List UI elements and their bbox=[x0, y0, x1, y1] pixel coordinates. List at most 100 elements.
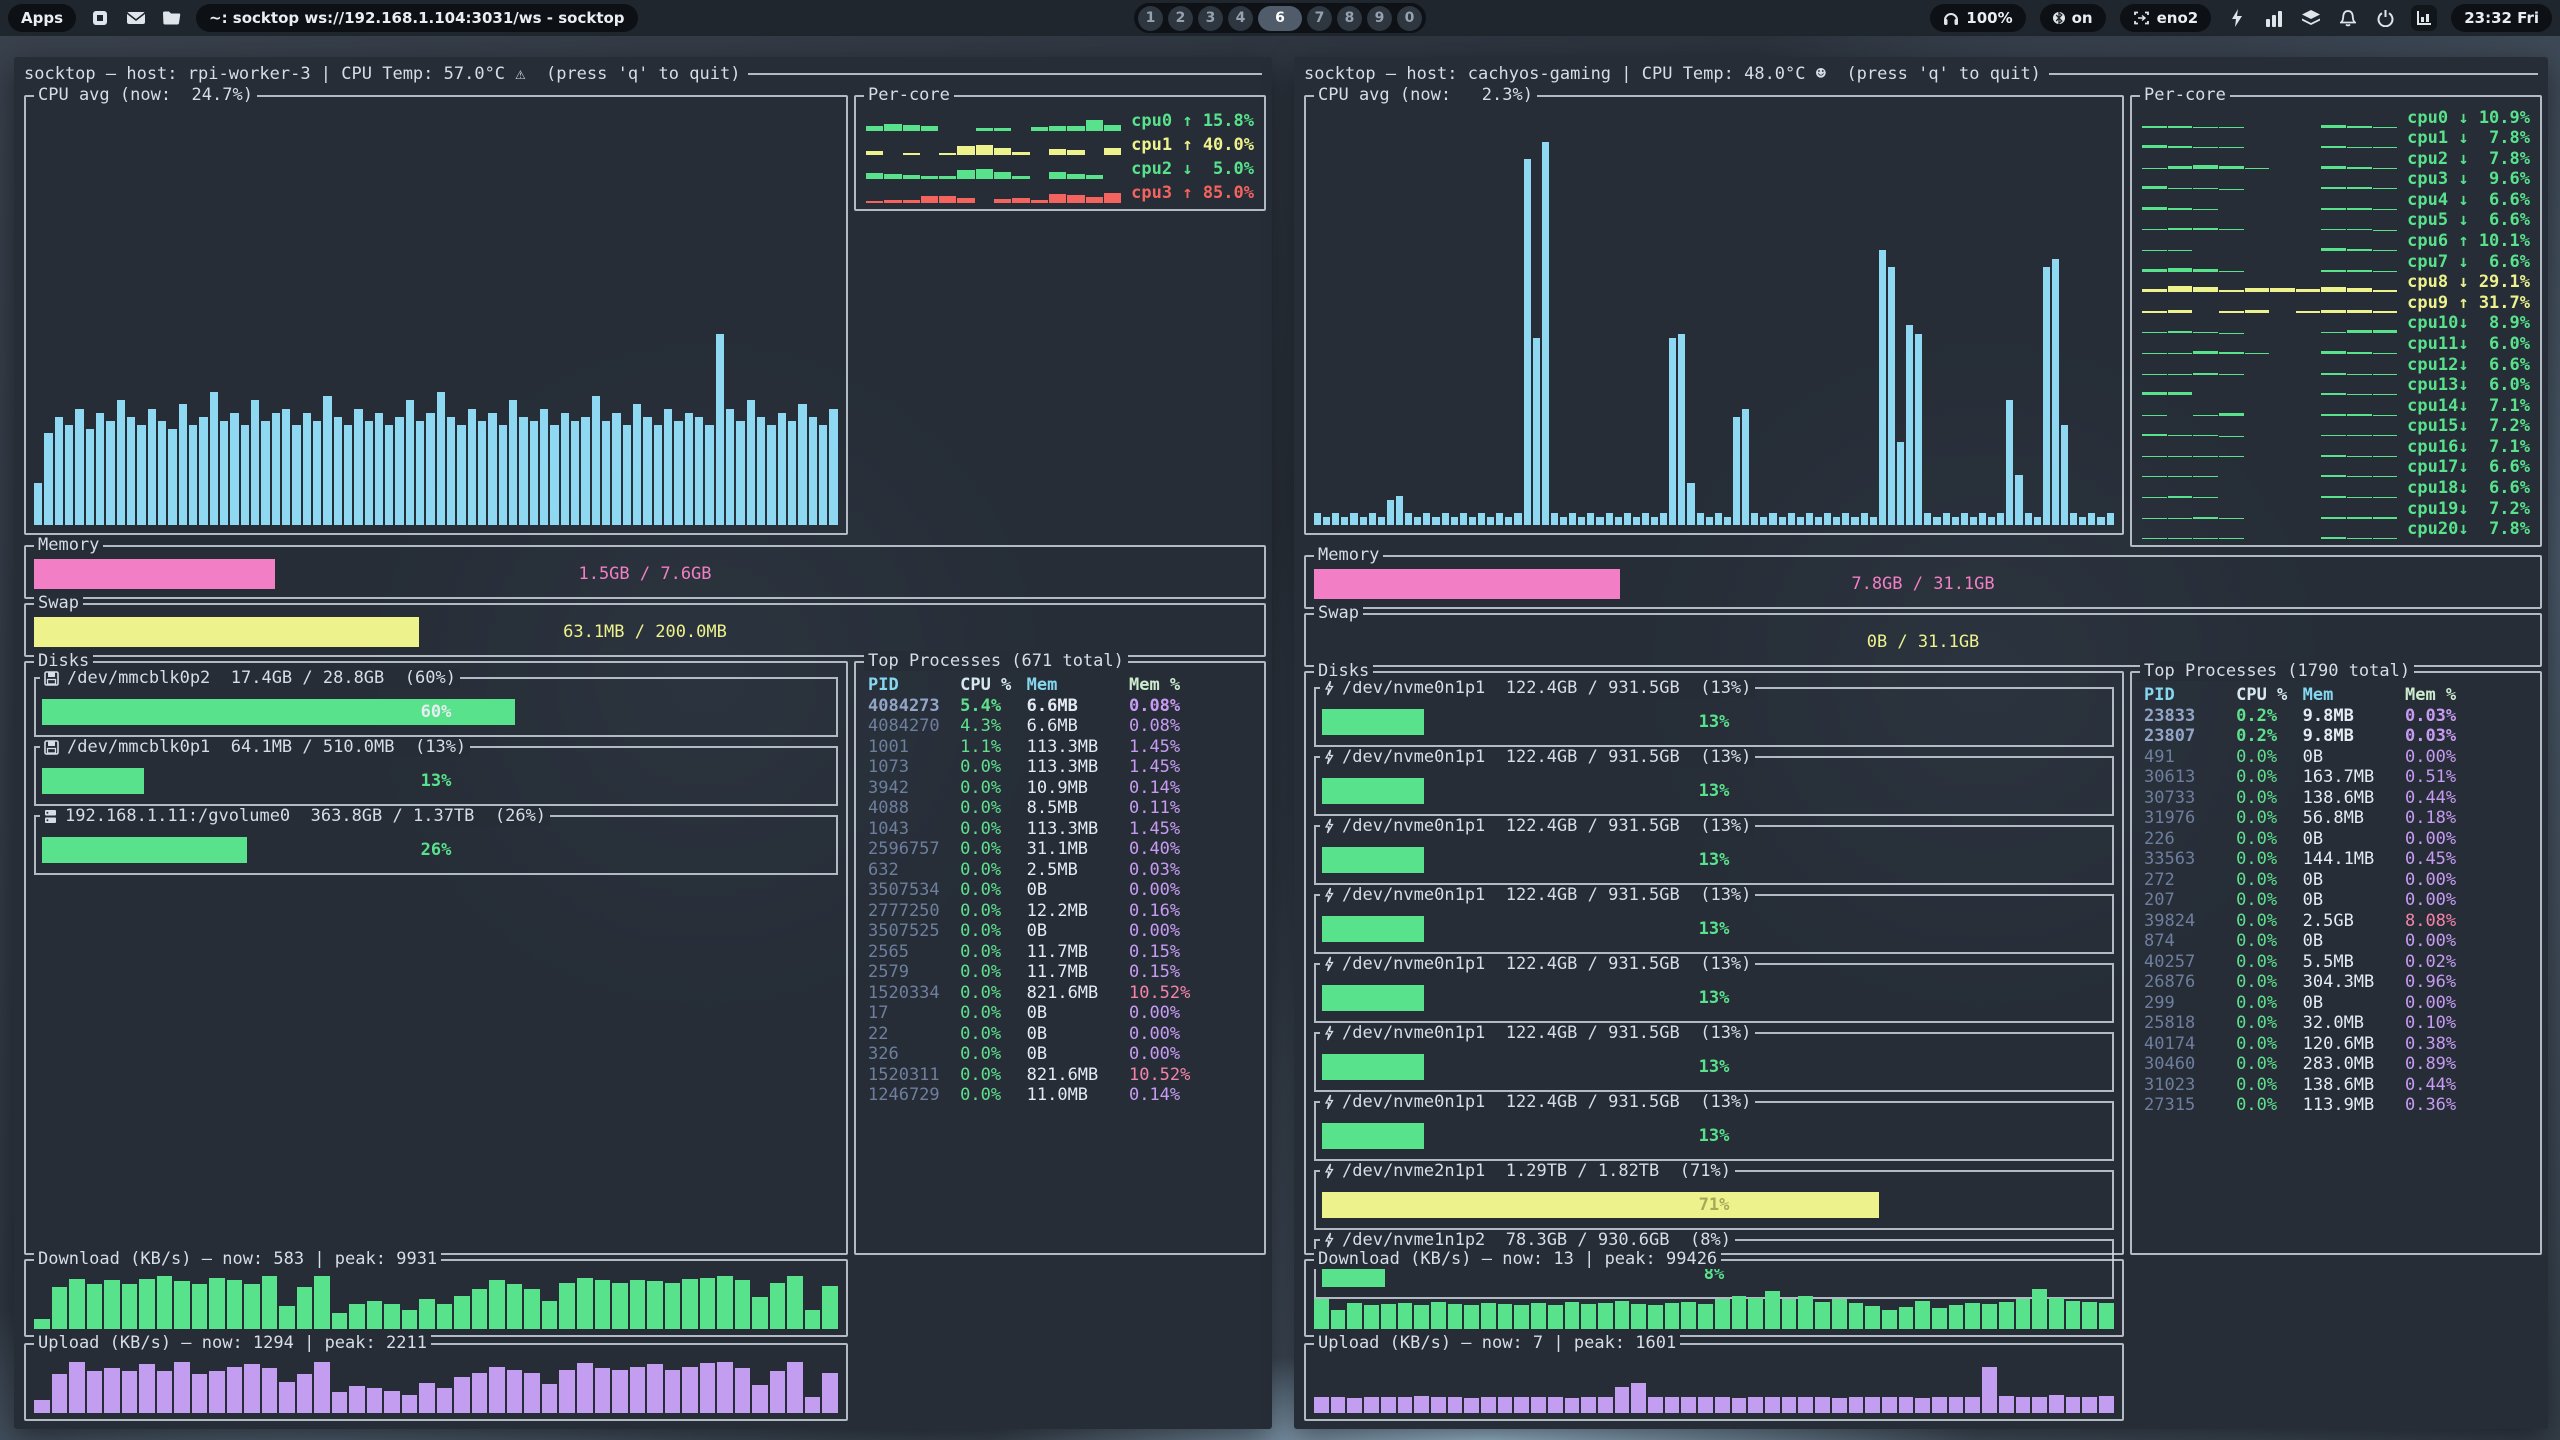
disk-info-text: /dev/nvme1n1p2 78.3GB / 930.6GB (8%) bbox=[1342, 1230, 1731, 1250]
process-mem: 10.9MB bbox=[1027, 778, 1129, 799]
apps-button[interactable]: Apps bbox=[8, 4, 76, 32]
core-label: cpu10↓8.9% bbox=[2407, 313, 2530, 333]
graph-bar bbox=[2219, 538, 2244, 539]
graph-bar bbox=[1496, 513, 1503, 525]
graph-bar bbox=[220, 421, 228, 525]
window-button[interactable] bbox=[88, 6, 112, 30]
core-label: cpu9↑31.7% bbox=[2407, 293, 2530, 313]
graph-bar bbox=[1815, 517, 1822, 525]
core-sparkline bbox=[2142, 296, 2397, 312]
process-pid: 17 bbox=[868, 1003, 960, 1024]
bluetooth-icon bbox=[2053, 10, 2065, 26]
process-cpu-percent: 0.0% bbox=[960, 942, 1027, 963]
process-pid: 1246729 bbox=[868, 1085, 960, 1106]
graph-bar bbox=[52, 1374, 68, 1413]
graph-bar bbox=[1788, 513, 1795, 525]
core-label: cpu19↓7.2% bbox=[2407, 499, 2530, 519]
process-mem: 0B bbox=[1027, 880, 1129, 901]
workspace-9[interactable]: 9 bbox=[1367, 6, 1392, 31]
disk-info-text: /dev/mmcblk0p1 64.1MB / 510.0MB (13%) bbox=[67, 737, 466, 757]
meter-value-text: 1.5GB / 7.6GB bbox=[34, 559, 1256, 589]
processes-title: Top Processes (1790 total) bbox=[2140, 661, 2414, 681]
graph-bar bbox=[209, 1278, 225, 1329]
graph-bar bbox=[1442, 513, 1449, 525]
network-indicator[interactable]: eno2 bbox=[2120, 4, 2212, 32]
core-name: cpu5 bbox=[2407, 210, 2458, 230]
process-cpu-percent: 0.0% bbox=[960, 1085, 1027, 1106]
stats-button[interactable] bbox=[2262, 6, 2286, 30]
clock[interactable]: 23:32 Fri bbox=[2451, 4, 2552, 32]
graph-bar bbox=[2049, 1395, 2064, 1413]
graph-bar bbox=[757, 417, 765, 525]
graph-bar bbox=[736, 421, 744, 525]
graph-bar bbox=[1633, 517, 1640, 525]
graph-bar bbox=[1815, 1397, 1830, 1413]
workspace-7[interactable]: 7 bbox=[1307, 6, 1332, 31]
disk-usage-bar: 13% bbox=[1322, 778, 2106, 804]
graph-bar bbox=[1915, 334, 1922, 525]
graph-bar bbox=[1678, 334, 1685, 525]
graph-bar bbox=[334, 417, 342, 525]
files-button[interactable] bbox=[160, 6, 184, 30]
terminal-window-right[interactable]: socktop — host: cachyos-gaming | CPU Tem… bbox=[1294, 57, 2548, 1429]
terminal-title-pill[interactable]: ~: socktop ws://192.168.1.104:3031/ws - … bbox=[196, 4, 638, 32]
bolt-drive-icon bbox=[1324, 749, 1334, 765]
process-pid: 30733 bbox=[2144, 788, 2236, 809]
graph-bar bbox=[2082, 1302, 2097, 1329]
graph-bar bbox=[2016, 1397, 2031, 1413]
core-trend-arrow-icon: ↑ bbox=[1182, 111, 1192, 131]
bluetooth-indicator[interactable]: on bbox=[2040, 4, 2106, 32]
graph-bar bbox=[1398, 1397, 1413, 1413]
notifications-button[interactable] bbox=[2336, 6, 2360, 30]
graph-bar bbox=[1487, 517, 1494, 525]
graph-bar bbox=[158, 421, 166, 525]
disk-entry: /dev/nvme0n1p1 122.4GB / 931.5GB (13%)13… bbox=[1314, 756, 2114, 816]
graph-bar bbox=[1933, 517, 1940, 525]
process-rows: 238330.2%9.8MB0.03%238070.2%9.8MB0.03%49… bbox=[2144, 706, 2532, 1116]
process-pid: 874 bbox=[2144, 931, 2236, 952]
process-cpu-percent: 0.0% bbox=[2236, 849, 2303, 870]
core-row-cpu0: cpu0↓10.9% bbox=[2142, 107, 2530, 128]
layers-button[interactable] bbox=[2299, 6, 2323, 30]
workspace-3[interactable]: 3 bbox=[1198, 6, 1223, 31]
process-row: 2990.0%0B0.00% bbox=[2144, 993, 2532, 1014]
workspace-2[interactable]: 2 bbox=[1168, 6, 1193, 31]
graph-bar bbox=[540, 409, 548, 525]
process-pid: 299 bbox=[2144, 993, 2236, 1014]
graph-bar bbox=[2066, 1397, 2081, 1413]
graph-bar bbox=[630, 1280, 646, 1329]
power-button[interactable] bbox=[2373, 6, 2397, 30]
volume-indicator[interactable]: 100% bbox=[1930, 4, 2025, 32]
graph-bar bbox=[122, 1371, 138, 1413]
workspace-6[interactable]: 6 bbox=[1258, 6, 1302, 31]
mail-button[interactable] bbox=[124, 6, 148, 30]
graph-bar bbox=[524, 1373, 540, 1413]
monitor-app-button[interactable] bbox=[2411, 5, 2437, 31]
core-row-cpu11: cpu11↓6.0% bbox=[2142, 333, 2530, 354]
process-cpu-percent: 0.0% bbox=[960, 983, 1027, 1004]
core-trend-arrow-icon: ↓ bbox=[2458, 149, 2468, 169]
graph-bar bbox=[1323, 517, 1330, 525]
power-profile-button[interactable] bbox=[2225, 6, 2249, 30]
process-mem: 0B bbox=[2303, 829, 2405, 850]
workspace-1[interactable]: 1 bbox=[1138, 6, 1163, 31]
workspace-8[interactable]: 8 bbox=[1337, 6, 1362, 31]
core-usage-value: 7.2% bbox=[2469, 499, 2530, 519]
core-label: cpu2↓5.0% bbox=[1131, 159, 1254, 179]
graph-bar bbox=[2016, 1299, 2031, 1329]
graph-bar bbox=[454, 1296, 470, 1329]
process-row: 40842704.3%6.6MB0.08% bbox=[868, 716, 1256, 737]
process-row: 12467290.0%11.0MB0.14% bbox=[868, 1085, 1256, 1106]
process-mem-percent: 0.00% bbox=[2405, 870, 2532, 891]
graph-bar bbox=[282, 409, 290, 525]
upload-graph bbox=[1314, 1359, 2114, 1413]
workspace-4[interactable]: 4 bbox=[1228, 6, 1253, 31]
core-trend-arrow-icon: ↓ bbox=[2458, 252, 2468, 272]
terminal-window-left[interactable]: socktop — host: rpi-worker-3 | CPU Temp:… bbox=[14, 57, 1272, 1429]
process-pid: 1520311 bbox=[868, 1065, 960, 1086]
graph-bar bbox=[1961, 513, 1968, 525]
workspace-0[interactable]: 0 bbox=[1397, 6, 1422, 31]
process-mem: 0B bbox=[1027, 1044, 1129, 1065]
graph-bar bbox=[367, 1388, 383, 1413]
upload-title: Upload (KB/s) — now: 1294 | peak: 2211 bbox=[34, 1333, 431, 1353]
